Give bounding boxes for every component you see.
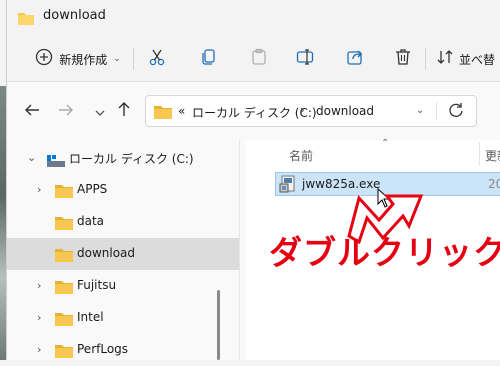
folder-icon <box>55 279 73 298</box>
delete-button[interactable] <box>391 36 415 82</box>
paste-button[interactable] <box>247 36 271 82</box>
chevron-right-icon[interactable]: › <box>37 343 41 356</box>
tree-item-local-disk[interactable]: ⌄ ローカル ディスク (C:) <box>7 142 239 174</box>
share-icon <box>346 48 364 70</box>
arrow-right-icon <box>58 102 74 121</box>
chevron-down-icon <box>95 102 105 121</box>
rename-icon <box>296 48 314 70</box>
tree-item-data[interactable]: data <box>7 206 239 238</box>
folder-icon <box>154 104 172 123</box>
window-title: download <box>43 8 106 23</box>
arrow-left-icon <box>24 102 40 121</box>
arrow-up-icon <box>117 101 131 121</box>
chevron-down-icon[interactable]: ⌄ <box>27 151 36 164</box>
forward-button[interactable] <box>55 100 77 122</box>
command-bar: 新規作成 ⌄ 並べ替 <box>7 36 500 82</box>
folder-icon <box>55 183 73 202</box>
breadcrumb-drive[interactable]: ローカル ディスク (C:) <box>192 104 317 121</box>
file-date: 202 <box>488 177 500 191</box>
cut-button[interactable] <box>145 36 169 82</box>
exe-file-icon <box>279 175 297 197</box>
delete-icon <box>394 48 412 70</box>
sort-button-label: 並べ替 <box>459 52 496 67</box>
tree-item-label: APPS <box>77 182 108 196</box>
copy-button[interactable] <box>197 36 221 82</box>
tree-item-label: Fujitsu <box>77 278 117 292</box>
tree-item-intel[interactable]: › Intel <box>7 302 239 334</box>
folder-icon <box>55 215 73 234</box>
new-button-label: 新規作成 <box>59 52 108 67</box>
sort-icon <box>437 49 453 69</box>
chevron-down-icon: ⌄ <box>113 54 121 64</box>
column-header-name[interactable]: 名前 <box>289 147 313 164</box>
tree-item-download[interactable]: download <box>7 238 239 270</box>
address-bar[interactable]: « ローカル ディスク (C:) › download ⌄ <box>145 95 477 127</box>
tree-item-label: Intel <box>77 310 104 324</box>
column-header-date[interactable]: 更新 <box>485 147 500 164</box>
chevron-right-icon[interactable]: › <box>37 279 41 292</box>
back-button[interactable] <box>21 100 43 122</box>
chevron-right-icon[interactable]: › <box>37 311 41 324</box>
cut-icon <box>148 48 166 70</box>
tree-item-fujitsu[interactable]: › Fujitsu <box>7 270 239 302</box>
title-bar: download <box>7 0 500 34</box>
file-explorer-window: download 新規作成 ⌄ 並べ替 « ローカル ディスク (C:) › d… <box>6 0 500 360</box>
breadcrumb-overflow[interactable]: « <box>178 104 185 118</box>
drive-icon <box>47 152 65 171</box>
address-divider <box>436 102 437 120</box>
rename-button[interactable] <box>293 36 317 82</box>
breadcrumb-download[interactable]: download <box>316 104 374 118</box>
tree-item-perflogs[interactable]: › PerfLogs <box>7 334 239 366</box>
tree-item-label: ローカル ディスク (C:) <box>69 152 194 166</box>
paste-icon <box>250 48 268 70</box>
up-button[interactable] <box>113 100 135 122</box>
tree-item-label: PerfLogs <box>77 342 129 356</box>
recent-locations-button[interactable] <box>89 100 111 122</box>
copy-icon <box>200 48 218 70</box>
navigation-pane: ⌄ ローカル ディスク (C:) › APPS data download › … <box>7 140 239 360</box>
toolbar-divider <box>425 48 426 70</box>
share-button[interactable] <box>343 36 367 82</box>
folder-icon <box>55 311 73 330</box>
refresh-icon[interactable] <box>448 102 464 122</box>
new-button[interactable]: 新規作成 ⌄ <box>25 36 131 82</box>
folder-icon <box>55 343 73 362</box>
folder-icon <box>18 10 34 29</box>
file-name: jww825a.exe <box>302 177 381 191</box>
sort-ascending-icon: ⌃ <box>381 138 390 149</box>
address-row: « ローカル ディスク (C:) › download ⌄ <box>7 82 500 140</box>
add-icon <box>35 48 53 70</box>
tree-item-apps[interactable]: › APPS <box>7 174 239 206</box>
double-click-annotation: ダブルクリック <box>269 233 500 272</box>
column-header-row: 名前 ⌃ 更新 <box>245 138 500 170</box>
folder-icon <box>55 247 73 266</box>
tree-item-label: data <box>77 214 105 228</box>
chevron-right-icon[interactable]: › <box>37 183 41 196</box>
column-divider[interactable] <box>479 142 480 166</box>
breadcrumb-separator: › <box>300 103 305 117</box>
tree-item-label: download <box>77 246 136 260</box>
toolbar-divider <box>133 48 134 70</box>
nav-scrollbar[interactable] <box>217 290 220 360</box>
chevron-down-icon[interactable]: ⌄ <box>416 105 424 116</box>
sort-button[interactable]: 並べ替 <box>437 36 500 82</box>
